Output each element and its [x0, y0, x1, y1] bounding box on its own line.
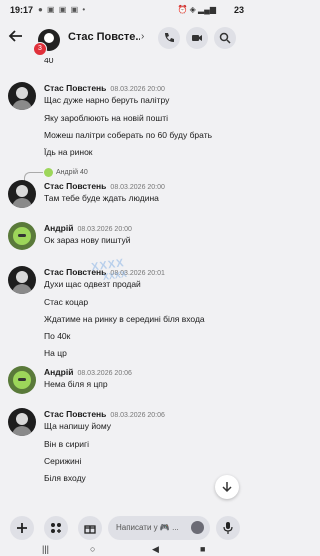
overview-icon[interactable]: ■	[200, 544, 205, 554]
video-icon	[192, 35, 202, 41]
message-text: Можеш палітри соберать по 60 буду брать	[44, 130, 213, 140]
voice-message-button[interactable]	[216, 516, 240, 540]
gift-button[interactable]	[78, 516, 102, 540]
chat-header: 3 Стас Повсте... ›	[0, 20, 250, 58]
home-icon[interactable]: ○	[90, 544, 95, 554]
unread-badge: 3	[33, 42, 47, 56]
battery-level: 23	[233, 5, 244, 15]
back-icon[interactable]: ◀	[152, 544, 159, 555]
message-text: Нема біля я цпр	[44, 379, 108, 389]
timestamp: 08.03.2026 20:00	[110, 184, 165, 191]
video-call-button[interactable]	[186, 27, 208, 49]
message-text: Біля входу	[44, 473, 86, 483]
page-title[interactable]: Стас Повсте...	[68, 31, 140, 43]
author-name[interactable]: Андрій 08.03.2026 20:00	[44, 223, 132, 233]
avatar[interactable]	[8, 222, 36, 250]
reply-connector	[24, 172, 43, 181]
timestamp: 08.03.2026 20:06	[110, 412, 165, 419]
message-text: Стас коцар	[44, 297, 89, 307]
author-name[interactable]: Стас Повстень 08.03.2026 20:06	[44, 409, 165, 419]
scroll-down-button[interactable]	[215, 475, 239, 499]
message-text: На цр	[44, 348, 67, 358]
avatar[interactable]	[8, 408, 36, 436]
notification-icons: ● ▣ ▣ ▣ •	[38, 5, 87, 14]
apps-button[interactable]	[44, 516, 68, 540]
status-bar: 19:17 ● ▣ ▣ ▣ • ⏰ ◈ ▂▄▆ 23	[0, 0, 250, 20]
clock: 19:17	[10, 5, 34, 15]
message-text: Ждатиме на ринку в середині біля входа	[44, 314, 205, 324]
message-text: Там тебе буде ждать людина	[44, 193, 159, 203]
emoji-icon[interactable]	[191, 521, 204, 534]
call-button[interactable]	[158, 27, 180, 49]
author-name[interactable]: Андрій 08.03.2026 20:06	[44, 367, 132, 377]
message-input-placeholder: Написати у 🎮 ...	[116, 523, 179, 532]
search-button[interactable]	[214, 27, 236, 49]
gift-icon	[84, 525, 96, 534]
system-icons: ⏰ ◈ ▂▄▆	[177, 5, 216, 14]
timestamp: 08.03.2026 20:00	[77, 226, 132, 233]
recent-apps-icon[interactable]: |||	[42, 544, 49, 554]
search-icon	[219, 32, 231, 44]
message-text: Їдь на ринок	[44, 147, 93, 157]
reply-avatar	[44, 168, 53, 177]
apps-icon	[51, 523, 61, 533]
message-text: 40	[44, 58, 54, 65]
message-text: Ок зараз нову пиштуй	[44, 235, 131, 245]
plus-icon	[17, 523, 27, 533]
reply-preview[interactable]: Андрій 40	[56, 169, 88, 176]
avatar[interactable]	[8, 82, 36, 110]
system-navbar: ||| ○ ◀ ■	[0, 544, 250, 556]
message-text: Він в сиригі	[44, 439, 89, 449]
microphone-icon	[223, 522, 233, 534]
avatar[interactable]	[8, 180, 36, 208]
timestamp: 08.03.2026 20:00	[110, 86, 165, 93]
message-input[interactable]: Написати у 🎮 ...	[108, 516, 210, 540]
back-arrow-icon[interactable]	[8, 28, 28, 48]
message-list[interactable]: 40 Стас Повстень 08.03.2026 20:00 Щас дуж…	[0, 58, 250, 510]
arrow-down-icon	[222, 482, 232, 493]
timestamp: 08.03.2026 20:06	[77, 370, 132, 377]
message-text: Щас дуже нарно беруть палітру	[44, 95, 170, 105]
author-name[interactable]: Стас Повстень 08.03.2026 20:00	[44, 181, 165, 191]
author-name[interactable]: Стас Повстень 08.03.2026 20:00	[44, 83, 165, 93]
add-attachment-button[interactable]	[10, 516, 34, 540]
chevron-right-icon[interactable]: ›	[141, 31, 144, 42]
avatar[interactable]	[8, 266, 36, 294]
message-composer: Написати у 🎮 ...	[0, 514, 250, 542]
phone-icon	[165, 33, 174, 42]
avatar[interactable]	[8, 366, 36, 394]
message-text: Ща напишу йому	[44, 421, 112, 431]
message-text: Яку зароблюють на новій пошті	[44, 113, 168, 123]
message-text: По 40к	[44, 331, 71, 341]
message-text: Духи щас одвезт продай	[44, 279, 141, 289]
message-text: Серижині	[44, 456, 82, 466]
